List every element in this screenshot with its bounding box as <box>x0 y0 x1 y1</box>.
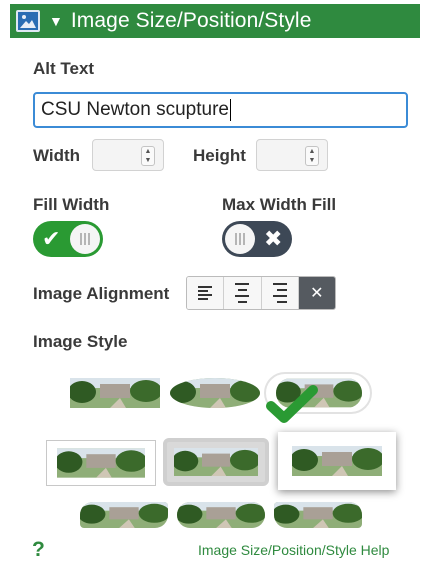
height-stepper[interactable]: ▲ ▼ <box>305 146 319 166</box>
height-label: Height <box>193 146 246 165</box>
width-stepper[interactable]: ▲ ▼ <box>141 146 155 166</box>
style-preview-image <box>174 447 258 477</box>
clear-icon: ✕ <box>310 285 324 302</box>
align-left-button[interactable] <box>187 277 225 309</box>
align-right-button[interactable] <box>261 277 299 309</box>
section-header[interactable]: ▼ Image Size/Position/Style <box>10 4 420 38</box>
selected-check-icon <box>266 384 318 424</box>
clear-alignment-button[interactable]: ✕ <box>298 277 335 309</box>
text-cursor <box>229 98 231 121</box>
max-width-fill-label: Max Width Fill <box>222 195 337 214</box>
style-option-bordered[interactable] <box>46 440 156 486</box>
align-left-icon <box>198 284 213 302</box>
height-input[interactable]: ▲ ▼ <box>256 139 328 171</box>
style-option-plain[interactable] <box>70 378 160 408</box>
alt-text-label: Alt Text <box>33 59 95 78</box>
style-option-rounded-edge-3[interactable] <box>274 502 362 528</box>
toggle-knob <box>70 224 100 254</box>
align-center-button[interactable] <box>224 277 262 309</box>
caret-down-icon[interactable]: ▼ <box>49 14 63 28</box>
fill-width-label: Fill Width <box>33 195 110 214</box>
image-icon <box>16 10 40 32</box>
help-link[interactable]: Image Size/Position/Style Help <box>198 542 389 558</box>
align-center-icon <box>235 281 250 305</box>
style-option-rounded-edge-1[interactable] <box>80 502 168 528</box>
close-icon: ✖ <box>264 226 283 251</box>
alt-text-input[interactable]: CSU Newton scupture <box>33 92 408 128</box>
style-option-rounded-edge-2[interactable] <box>177 502 265 528</box>
style-preview-image <box>292 446 382 476</box>
section-title: Image Size/Position/Style <box>70 9 312 32</box>
alignment-button-group: ✕ <box>186 276 336 310</box>
style-option-rounded-border[interactable] <box>163 438 269 486</box>
checkmark-icon: ✔ <box>42 226 61 251</box>
help-icon[interactable]: ? <box>32 538 45 562</box>
width-label: Width <box>33 146 81 165</box>
align-right-icon <box>272 281 287 305</box>
alt-text-value: CSU Newton scupture <box>41 99 229 120</box>
width-input[interactable]: ▲ ▼ <box>92 139 164 171</box>
style-preview-image <box>57 448 145 478</box>
image-alignment-label: Image Alignment <box>33 284 170 303</box>
style-option-shadow[interactable] <box>278 432 396 490</box>
toggle-knob <box>225 224 255 254</box>
image-style-label: Image Style <box>33 332 128 351</box>
max-width-fill-toggle[interactable]: ✖ <box>222 221 292 257</box>
fill-width-toggle[interactable]: ✔ <box>33 221 103 257</box>
style-option-oval[interactable] <box>170 378 260 408</box>
